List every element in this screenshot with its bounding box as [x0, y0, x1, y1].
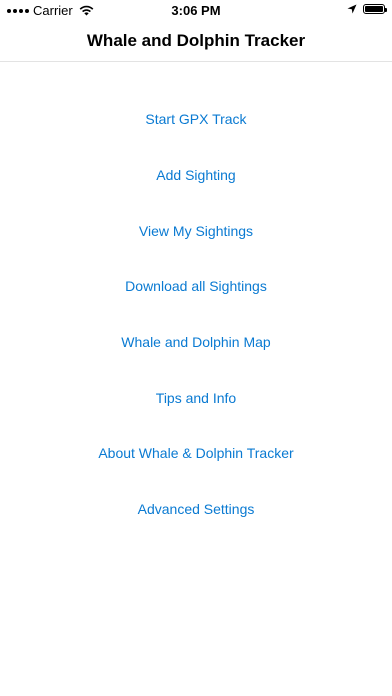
- battery-icon: [363, 4, 387, 14]
- advanced-settings-button[interactable]: Advanced Settings: [0, 489, 392, 529]
- location-arrow-icon: [347, 4, 357, 14]
- navigation-bar: Whale and Dolphin Tracker: [0, 20, 392, 62]
- view-my-sightings-button[interactable]: View My Sightings: [0, 211, 392, 251]
- status-bar: Carrier 3:06 PM: [0, 0, 392, 20]
- about-button[interactable]: About Whale & Dolphin Tracker: [0, 433, 392, 473]
- page-title: Whale and Dolphin Tracker: [86, 31, 306, 50]
- status-time: 3:06 PM: [171, 3, 221, 18]
- start-gpx-track-button[interactable]: Start GPX Track: [0, 99, 392, 139]
- whale-dolphin-map-button[interactable]: Whale and Dolphin Map: [0, 322, 392, 362]
- status-right: [347, 4, 387, 14]
- tips-and-info-button[interactable]: Tips and Info: [0, 378, 392, 418]
- add-sighting-button[interactable]: Add Sighting: [0, 155, 392, 195]
- download-all-sightings-button[interactable]: Download all Sightings: [0, 266, 392, 306]
